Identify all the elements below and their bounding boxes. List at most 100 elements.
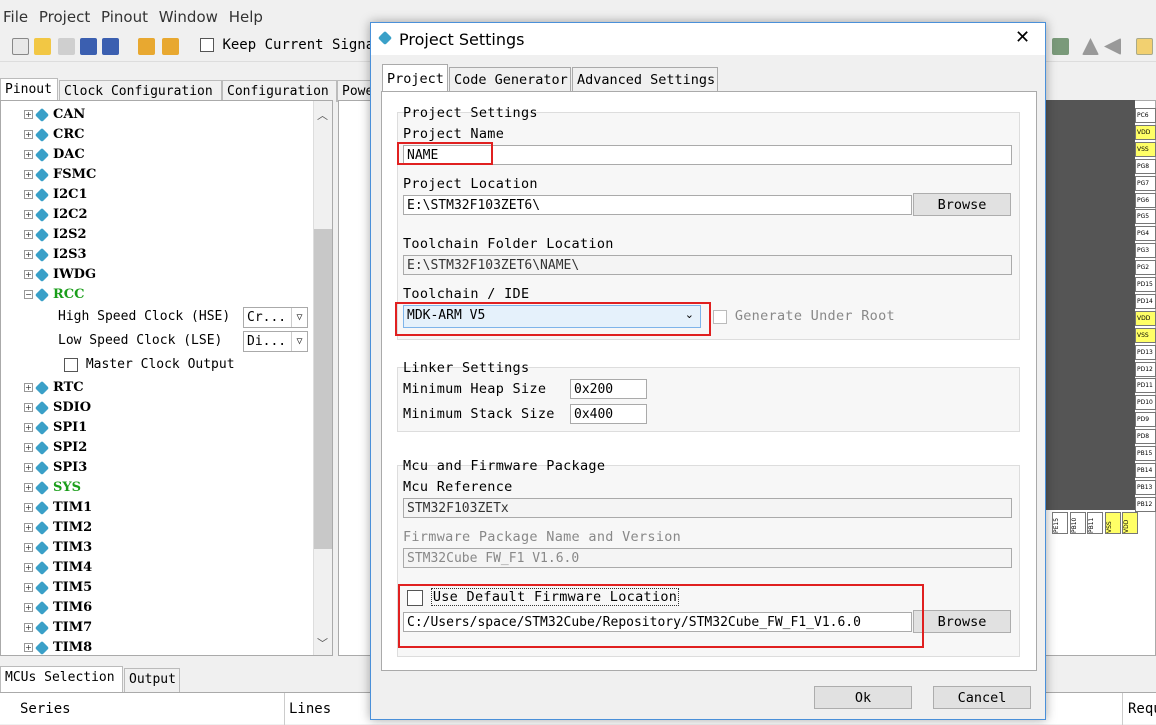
pin-vss[interactable]: VSS bbox=[1135, 141, 1156, 157]
expand-icon[interactable]: − bbox=[24, 290, 33, 299]
tree-item-iwdg[interactable]: + IWDG bbox=[24, 267, 96, 287]
column-lines[interactable]: Lines bbox=[289, 701, 331, 717]
expand-icon[interactable]: + bbox=[24, 563, 33, 572]
column-requ[interactable]: Requ bbox=[1128, 701, 1156, 717]
heap-size-input[interactable]: 0x200 bbox=[570, 379, 647, 399]
tree-item-dac[interactable]: + DAC bbox=[24, 147, 85, 167]
tree-item-spi2[interactable]: + SPI2 bbox=[24, 440, 87, 460]
new-project-icon[interactable] bbox=[12, 38, 29, 55]
pin-pb10[interactable]: PB10 bbox=[1069, 512, 1086, 534]
menu-help[interactable]: Help bbox=[226, 0, 266, 26]
tree-item-spi1[interactable]: + SPI1 bbox=[24, 420, 87, 440]
open-folder-icon[interactable] bbox=[34, 38, 51, 55]
ok-button[interactable]: Ok bbox=[814, 686, 912, 709]
expand-icon[interactable]: + bbox=[24, 583, 33, 592]
pin-vdd[interactable]: VDD bbox=[1135, 124, 1156, 140]
expand-icon[interactable]: + bbox=[24, 403, 33, 412]
scroll-up-icon[interactable]: ︿ bbox=[317, 107, 328, 123]
left-arrow-icon[interactable] bbox=[1104, 38, 1121, 55]
expand-icon[interactable]: + bbox=[24, 270, 33, 279]
hse-select[interactable]: Cr... ▽ bbox=[243, 307, 308, 328]
keep-signal-option[interactable]: Keep Current Signal bbox=[200, 37, 383, 53]
tree-item-spi3[interactable]: + SPI3 bbox=[24, 460, 87, 480]
tab-mcus-selection[interactable]: MCUs Selection bbox=[0, 666, 123, 692]
mco-checkbox[interactable] bbox=[64, 357, 78, 372]
tab-pinout[interactable]: Pinout bbox=[0, 78, 58, 100]
menu-window[interactable]: Window bbox=[156, 0, 221, 26]
tab-configuration[interactable]: Configuration bbox=[222, 80, 337, 102]
pin-pg2[interactable]: PG2 bbox=[1135, 260, 1156, 276]
pin-pd10[interactable]: PD10 bbox=[1135, 395, 1156, 411]
expand-icon[interactable]: + bbox=[24, 543, 33, 552]
pin-pg4[interactable]: PG4 bbox=[1135, 226, 1156, 242]
tree-item-tim4[interactable]: + TIM4 bbox=[24, 560, 92, 580]
tree-item-rcc[interactable]: − RCC bbox=[24, 287, 85, 307]
pin-pg3[interactable]: PG3 bbox=[1135, 243, 1156, 259]
close-icon[interactable]: ✕ bbox=[1015, 27, 1030, 48]
expand-icon[interactable]: + bbox=[24, 603, 33, 612]
pin-pd9[interactable]: PD9 bbox=[1135, 412, 1156, 428]
pin-pb12[interactable]: PB12 bbox=[1135, 496, 1156, 512]
stack-size-input[interactable]: 0x400 bbox=[570, 404, 647, 424]
tree-item-tim3[interactable]: + TIM3 bbox=[24, 540, 92, 560]
expand-icon[interactable]: + bbox=[24, 250, 33, 259]
expand-icon[interactable]: + bbox=[24, 110, 33, 119]
project-location-input[interactable]: E:\STM32F103ZET6\ bbox=[403, 195, 912, 215]
pin-vss[interactable]: VSS bbox=[1135, 327, 1156, 343]
tree-item-tim2[interactable]: + TIM2 bbox=[24, 520, 92, 540]
project-name-input[interactable]: NAME bbox=[403, 145, 1012, 165]
keep-signal-checkbox[interactable] bbox=[200, 38, 214, 52]
generate-icon[interactable] bbox=[138, 38, 155, 55]
column-series[interactable]: Series bbox=[20, 701, 71, 717]
pin-pg6[interactable]: PG6 bbox=[1135, 192, 1156, 208]
menu-project[interactable]: Project bbox=[36, 0, 93, 26]
pin-pg7[interactable]: PG7 bbox=[1135, 175, 1156, 191]
pin-pg5[interactable]: PG5 bbox=[1135, 209, 1156, 225]
tree-item-rtc[interactable]: + RTC bbox=[24, 380, 84, 400]
tree-item-i2s2[interactable]: + I2S2 bbox=[24, 227, 87, 247]
pin-vdd[interactable]: VDD bbox=[1135, 310, 1156, 326]
expand-icon[interactable]: + bbox=[24, 210, 33, 219]
menu-file[interactable]: File bbox=[0, 0, 31, 26]
up-arrow-icon[interactable] bbox=[1082, 38, 1099, 55]
tree-item-crc[interactable]: + CRC bbox=[24, 127, 85, 147]
pin-vdd[interactable]: VDD bbox=[1122, 512, 1138, 534]
pin-pe15[interactable]: PE15 bbox=[1052, 512, 1068, 534]
pin-pd8[interactable]: PD8 bbox=[1135, 429, 1156, 445]
tab-output[interactable]: Output bbox=[124, 668, 180, 692]
toolchain-folder-input[interactable]: E:\STM32F103ZET6\NAME\ bbox=[403, 255, 1012, 275]
tree-item-fsmc[interactable]: + FSMC bbox=[24, 167, 96, 187]
expand-icon[interactable]: + bbox=[24, 623, 33, 632]
tab-clock-configuration[interactable]: Clock Configuration bbox=[59, 80, 222, 102]
pin-pd12[interactable]: PD12 bbox=[1135, 361, 1156, 377]
browse-location-button[interactable]: Browse bbox=[913, 193, 1011, 216]
tree-item-tim5[interactable]: + TIM5 bbox=[24, 580, 92, 600]
tree-item-sys[interactable]: + SYS bbox=[24, 480, 81, 500]
mco-option[interactable]: Master Clock Output bbox=[64, 357, 235, 372]
tree-item-i2s3[interactable]: + I2S3 bbox=[24, 247, 87, 267]
report-icon[interactable] bbox=[162, 38, 179, 55]
expand-icon[interactable]: + bbox=[24, 463, 33, 472]
expand-icon[interactable]: + bbox=[24, 130, 33, 139]
tree-item-i2c2[interactable]: + I2C2 bbox=[24, 207, 88, 227]
pin-pd13[interactable]: PD13 bbox=[1135, 344, 1156, 360]
pin-pb14[interactable]: PB14 bbox=[1135, 462, 1156, 478]
expand-icon[interactable]: + bbox=[24, 150, 33, 159]
expand-icon[interactable]: + bbox=[24, 383, 33, 392]
tree-item-sdio[interactable]: + SDIO bbox=[24, 400, 91, 420]
scroll-down-icon[interactable]: ﹀ bbox=[317, 635, 328, 651]
cancel-button[interactable]: Cancel bbox=[933, 686, 1031, 709]
pin-pg8[interactable]: PG8 bbox=[1135, 158, 1156, 174]
lse-select[interactable]: Di... ▽ bbox=[243, 331, 308, 352]
expand-icon[interactable]: + bbox=[24, 443, 33, 452]
tree-item-tim7[interactable]: + TIM7 bbox=[24, 620, 92, 640]
pin-pd14[interactable]: PD14 bbox=[1135, 293, 1156, 309]
tree-item-tim8[interactable]: + TIM8 bbox=[24, 640, 92, 660]
expand-icon[interactable]: + bbox=[24, 423, 33, 432]
save-icon[interactable] bbox=[80, 38, 97, 55]
pin-pb15[interactable]: PB15 bbox=[1135, 446, 1156, 461]
save-all-icon[interactable] bbox=[102, 38, 119, 55]
help-icon[interactable] bbox=[1136, 38, 1153, 55]
expand-icon[interactable]: + bbox=[24, 190, 33, 199]
tab-code-generator[interactable]: Code Generator bbox=[449, 67, 571, 91]
